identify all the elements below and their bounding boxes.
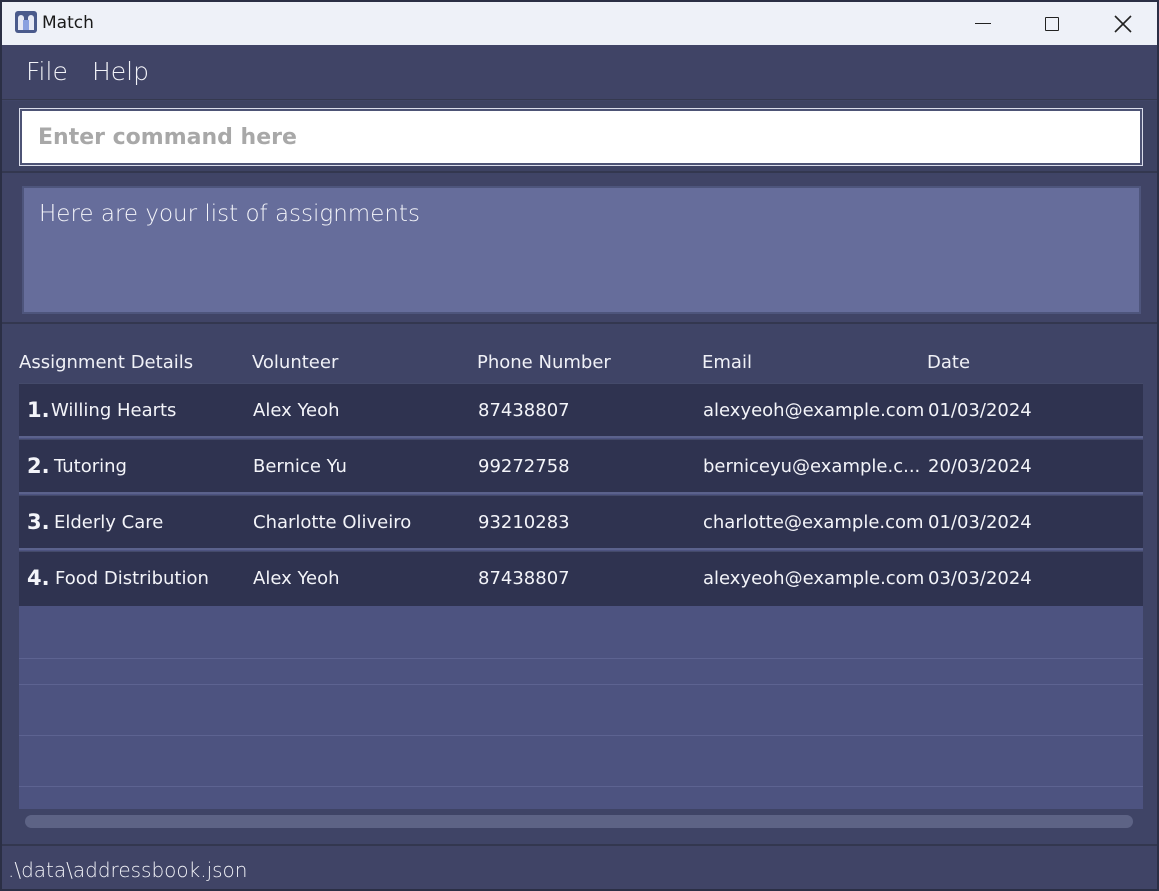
minimize-icon xyxy=(975,22,991,25)
row-email: charlotte@example.com xyxy=(703,512,924,533)
maximize-icon xyxy=(1045,16,1059,31)
table-row[interactable]: 2. Tutoring Bernice Yu 99272758 bernicey… xyxy=(19,439,1143,494)
result-panel: Here are your list of assignments xyxy=(2,175,1157,324)
command-input[interactable] xyxy=(19,108,1143,166)
app-window: Match File Help Here are your list of as… xyxy=(2,2,1157,889)
row-email: alexyeoh@example.com xyxy=(703,400,925,421)
status-bar: .\data\addressbook.json xyxy=(2,844,1157,889)
row-index: 3. xyxy=(27,510,50,534)
header-email: Email xyxy=(702,352,752,373)
header-volunteer: Volunteer xyxy=(252,352,339,373)
empty-row-divider xyxy=(19,684,1143,685)
menu-file[interactable]: File xyxy=(26,57,68,86)
row-details: Willing Hearts xyxy=(51,400,177,421)
row-phone: 99272758 xyxy=(478,456,570,477)
menu-bar: File Help xyxy=(2,45,1157,100)
horizontal-scrollbar[interactable] xyxy=(25,815,1133,828)
match-app-icon xyxy=(15,11,37,33)
row-details: Tutoring xyxy=(54,456,127,477)
close-button[interactable] xyxy=(1100,2,1146,45)
command-panel xyxy=(2,101,1157,173)
table-row[interactable]: 4. Food Distribution Alex Yeoh 87438807 … xyxy=(19,551,1143,606)
row-date: 01/03/2024 xyxy=(928,400,1032,421)
assignment-list-panel: Assignment Details Volunteer Phone Numbe… xyxy=(2,326,1157,844)
row-date: 01/03/2024 xyxy=(928,512,1032,533)
table-row[interactable]: 1. Willing Hearts Alex Yeoh 87438807 ale… xyxy=(19,383,1143,438)
row-details: Elderly Care xyxy=(54,512,164,533)
result-message: Here are your list of assignments xyxy=(39,201,420,227)
empty-row-divider xyxy=(19,658,1143,659)
minimize-button[interactable] xyxy=(960,2,1006,45)
row-volunteer: Alex Yeoh xyxy=(253,400,340,421)
row-volunteer: Charlotte Oliveiro xyxy=(253,512,412,533)
row-date: 03/03/2024 xyxy=(928,568,1032,589)
row-index: 4. xyxy=(27,566,50,590)
menu-help[interactable]: Help xyxy=(92,57,149,86)
row-email: berniceyu@example.c... xyxy=(703,456,921,477)
assignment-list[interactable]: 1. Willing Hearts Alex Yeoh 87438807 ale… xyxy=(19,383,1143,809)
row-phone: 93210283 xyxy=(478,512,570,533)
header-assignment-details: Assignment Details xyxy=(19,352,194,373)
row-index: 1. xyxy=(27,398,50,422)
row-date: 20/03/2024 xyxy=(928,456,1032,477)
header-phone-number: Phone Number xyxy=(477,352,611,373)
save-location: .\data\addressbook.json xyxy=(8,858,248,882)
row-index: 2. xyxy=(27,454,50,478)
title-bar[interactable]: Match xyxy=(2,2,1157,45)
empty-row-divider xyxy=(19,786,1143,787)
row-volunteer: Alex Yeoh xyxy=(253,568,340,589)
row-phone: 87438807 xyxy=(478,568,570,589)
table-row[interactable]: 3. Elderly Care Charlotte Oliveiro 93210… xyxy=(19,495,1143,550)
window-title: Match xyxy=(42,13,94,33)
row-phone: 87438807 xyxy=(478,400,570,421)
maximize-button[interactable] xyxy=(1029,2,1075,45)
header-date: Date xyxy=(927,352,971,373)
close-icon xyxy=(1114,14,1132,33)
row-volunteer: Bernice Yu xyxy=(253,456,347,477)
empty-row-divider xyxy=(19,735,1143,736)
result-display[interactable]: Here are your list of assignments xyxy=(22,186,1141,314)
row-details: Food Distribution xyxy=(55,568,209,589)
row-email: alexyeoh@example.com xyxy=(703,568,925,589)
